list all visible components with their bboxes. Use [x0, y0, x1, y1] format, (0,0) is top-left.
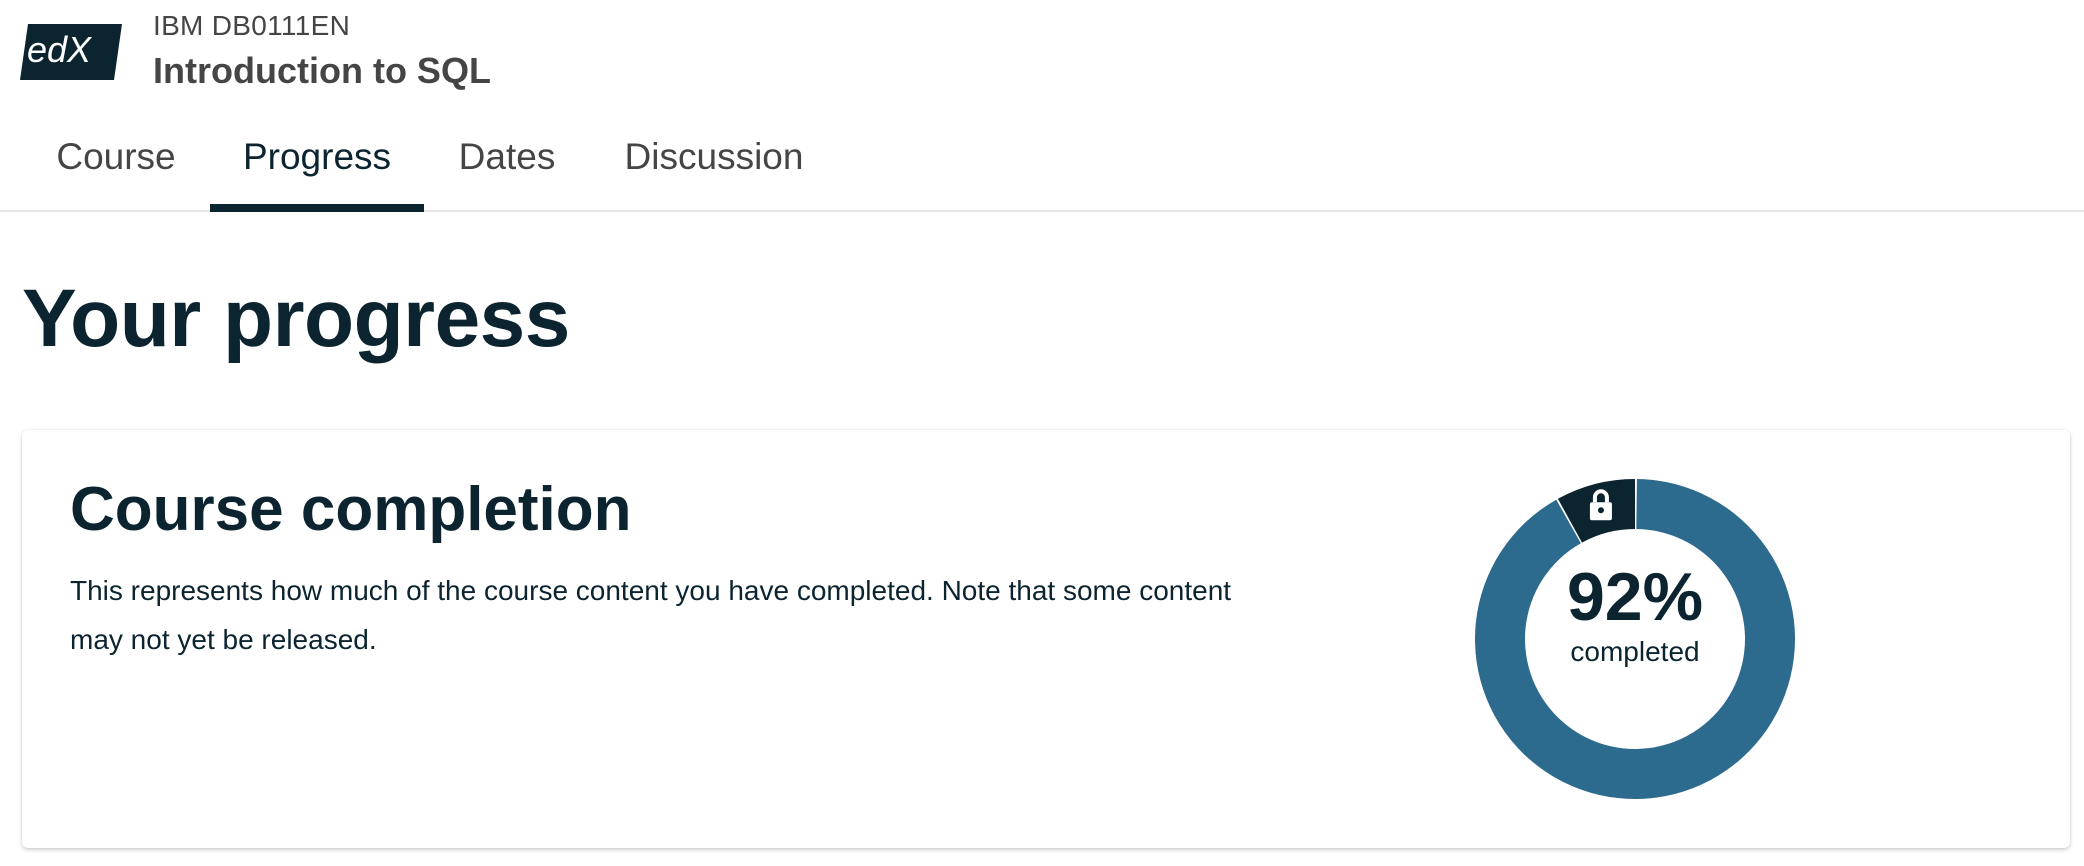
course-org: IBM DB0111EN: [153, 10, 351, 41]
completion-percent: 92%: [1566, 559, 1704, 635]
card-description: This represents how much of the course c…: [70, 575, 1232, 655]
tab-discussion[interactable]: Discussion: [596, 120, 832, 212]
course-header: edX IBM DB0111EN Introduction to SQL Cou…: [0, 0, 2084, 212]
course-completion-card: Course completion This represents how mu…: [22, 430, 2070, 848]
logo-text: edX: [27, 29, 93, 70]
tab-course[interactable]: Course: [30, 120, 202, 212]
edx-logo[interactable]: edX: [20, 24, 122, 80]
tab-progress[interactable]: Progress: [210, 120, 424, 212]
completion-caption: completed: [1570, 636, 1700, 667]
card-title: Course completion: [70, 475, 632, 544]
course-title: Introduction to SQL: [153, 50, 491, 91]
page-title: Your progress: [22, 273, 570, 364]
tab-dates[interactable]: Dates: [432, 120, 582, 212]
